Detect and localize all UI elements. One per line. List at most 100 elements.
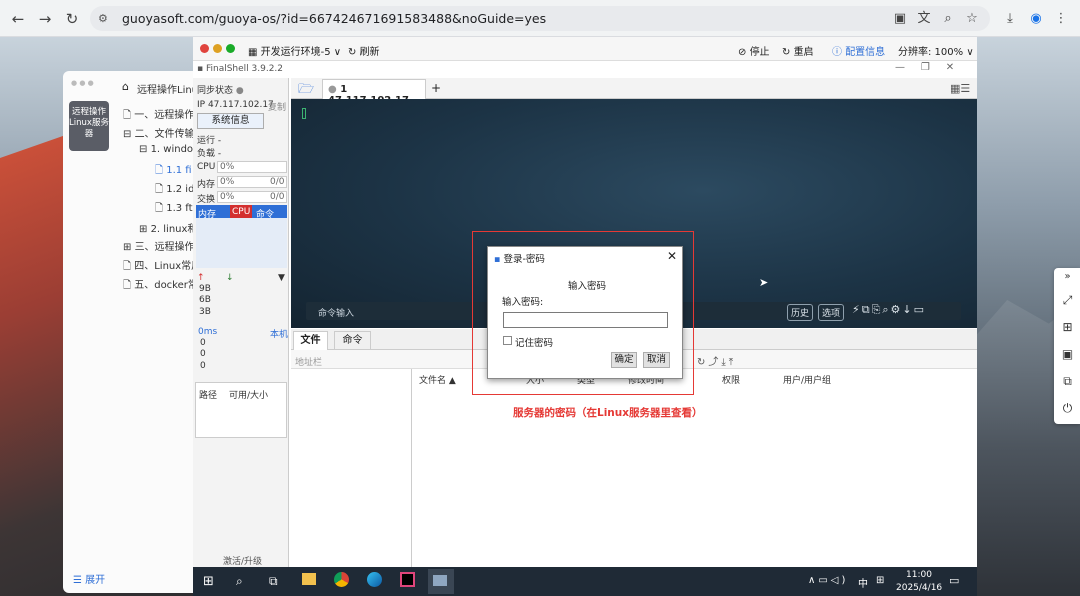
finalshell-taskbar-icon[interactable] [428, 569, 454, 594]
col-name[interactable]: 文件名 ▲ [419, 373, 456, 386]
tray-icons[interactable]: ∧▭◁) [808, 575, 848, 586]
clock-time[interactable]: 11:00 [906, 570, 932, 580]
ime-indicator[interactable]: 中 [858, 575, 868, 590]
col-owner[interactable]: 用户/用户组 [783, 373, 831, 386]
remember-checkbox[interactable] [503, 336, 512, 345]
window-dots: ● ● ● [71, 79, 94, 87]
terminal-cursor [302, 108, 306, 119]
expand-button[interactable]: ☰ 展开 [73, 571, 105, 586]
zoom-icon[interactable]: ⌕ [939, 10, 957, 28]
resolution-select[interactable]: 分辨率: 100% ∨ [898, 43, 974, 58]
latency-val: 0 [200, 349, 206, 359]
power-icon[interactable]: ⏻ [1061, 401, 1074, 416]
env-selector[interactable]: ▦ 开发运行环境-5 ∨ [248, 43, 341, 58]
tree-item-active[interactable]: 🗋 1.1 fi [155, 163, 197, 180]
window-icon[interactable]: ▣ [1061, 347, 1074, 361]
window-controls[interactable]: — ❐ ✕ [895, 62, 954, 73]
maximize-dot[interactable] [226, 44, 235, 53]
terminal-tools-icons[interactable]: ⚡⧉⎘⌕⚙↓▭ [852, 303, 926, 317]
ok-button[interactable]: 确定 [611, 352, 637, 368]
command-input[interactable]: 命令输入 [318, 306, 354, 319]
bookmark-star-icon[interactable]: ☆ [963, 10, 981, 28]
site-settings-icon[interactable]: ⚙ [98, 12, 108, 25]
tab-commands[interactable]: 命令 [334, 331, 371, 350]
tree-item[interactable]: 🗋 五、docker常 [123, 276, 197, 295]
latency-val: 0 [200, 361, 206, 371]
proc-tab-cpu[interactable]: CPU [230, 205, 253, 218]
session-tab[interactable]: ● 1 47.117.102.17 × [322, 79, 426, 117]
net-tick: 3B [199, 307, 211, 317]
run-status: 运行 - [197, 136, 222, 146]
history-button[interactable]: 历史 [787, 304, 814, 321]
config-button[interactable]: ⓘ 配置信息 [832, 43, 885, 58]
activate-link[interactable]: 激活/升级 [223, 554, 262, 567]
copy-ip-button[interactable]: 复制 [268, 100, 286, 113]
stop-button[interactable]: ⊘ 停止 [738, 43, 770, 58]
net-dropdown-icon[interactable]: ▼ [278, 273, 285, 283]
col-perm[interactable]: 权限 [722, 373, 740, 386]
mem-ratio: 0/0 [270, 177, 285, 187]
disk-size-header: 可用/大小 [229, 391, 269, 401]
tree-item[interactable]: 🗋 四、Linux常用 [123, 257, 197, 276]
sysinfo-button[interactable]: 系统信息 [197, 113, 264, 129]
clock-date[interactable]: 2025/4/16 [896, 583, 942, 593]
menu-icon[interactable]: ⋮ [1052, 10, 1070, 28]
new-tab-icon[interactable]: + [431, 81, 441, 95]
tree-item[interactable]: ⊟ 二、文件传输 [123, 125, 197, 140]
layout-icon[interactable]: ▦☰ [950, 82, 970, 95]
translate-icon[interactable]: 文 [915, 10, 933, 28]
back-icon[interactable]: ← [8, 9, 28, 29]
doc-app-icon[interactable]: 远程操作Linux服务器 [69, 101, 109, 151]
dialog-close-icon[interactable]: ✕ [667, 249, 677, 263]
finalshell-title: ▪ FinalShell 3.9.2.2 [197, 64, 284, 74]
reload-icon[interactable]: ↻ [62, 9, 82, 29]
password-input[interactable] [503, 312, 668, 328]
tab-files[interactable]: 文件 [293, 331, 328, 350]
net-tick: 9B [199, 284, 211, 294]
tree-item[interactable]: 🗋 一、远程操作 [123, 106, 197, 125]
tree-item[interactable]: ⊟ 1. windov [139, 144, 197, 155]
latency-val: 0 [200, 338, 206, 348]
copy-icon[interactable]: ⧉ [1061, 374, 1074, 389]
url-text[interactable]: guoyasoft.com/guoya-os/?id=6674246716915… [122, 11, 546, 26]
mem-value: 0% [220, 177, 235, 187]
windows-start-icon[interactable]: ⊞ [203, 574, 214, 589]
dialog-title: ▪ 登录-密码 [494, 254, 545, 265]
download-icon[interactable]: ⤓ [1001, 10, 1019, 28]
tree-item[interactable]: ⊞ 三、远程操作 [123, 238, 197, 253]
file-explorer-icon[interactable] [302, 573, 316, 585]
remember-label[interactable]: 记住密码 [515, 335, 553, 349]
tree-item[interactable]: 🗋 1.3 ft [155, 201, 197, 218]
idea-icon[interactable] [400, 572, 415, 587]
process-list [196, 218, 287, 268]
minimize-dot[interactable] [213, 44, 222, 53]
close-dot[interactable] [200, 44, 209, 53]
address-input[interactable]: 地址栏 [295, 355, 322, 368]
download-arrow-icon: ↓ [226, 273, 234, 283]
clipboard-icon[interactable]: ▣ [891, 10, 909, 28]
profile-icon[interactable]: ◉ [1027, 10, 1045, 28]
upload-arrow-icon: ↑ [197, 273, 205, 283]
dialog-heading: 输入密码 [568, 281, 607, 292]
cancel-button[interactable]: 取消 [643, 352, 670, 368]
refresh-button[interactable]: ↻ 刷新 [348, 43, 380, 58]
task-view-icon[interactable]: ⧉ [269, 574, 278, 589]
collapse-icon[interactable]: » [1061, 271, 1074, 282]
chrome-icon[interactable] [334, 572, 349, 587]
grid-icon[interactable]: ⊞ [1061, 320, 1074, 334]
fullscreen-icon[interactable]: ⤢ [1061, 293, 1074, 308]
tree-item[interactable]: ⊞ 2. linux和 [139, 220, 197, 235]
notification-icon[interactable]: ▭ [949, 574, 959, 587]
restart-button[interactable]: ↻ 重启 [782, 43, 814, 58]
keyboard-icon[interactable]: ⊞ [876, 575, 884, 586]
server-ip: IP 47.117.102.17 [197, 100, 274, 110]
file-tools-icons[interactable]: ↻⤴⤓⤒ [697, 353, 736, 368]
forward-icon[interactable]: → [35, 9, 55, 29]
options-button[interactable]: 选项 [818, 304, 845, 321]
edge-icon[interactable] [367, 572, 382, 587]
doc-title: 远程操作Linu [137, 85, 197, 96]
tree-item[interactable]: 🗋 1.2 id [155, 182, 197, 199]
annotation-text: 服务器的密码（在Linux服务器里查看） [513, 407, 703, 419]
home-icon[interactable]: ⌂ [122, 80, 129, 93]
search-icon[interactable]: ⌕ [236, 574, 243, 589]
